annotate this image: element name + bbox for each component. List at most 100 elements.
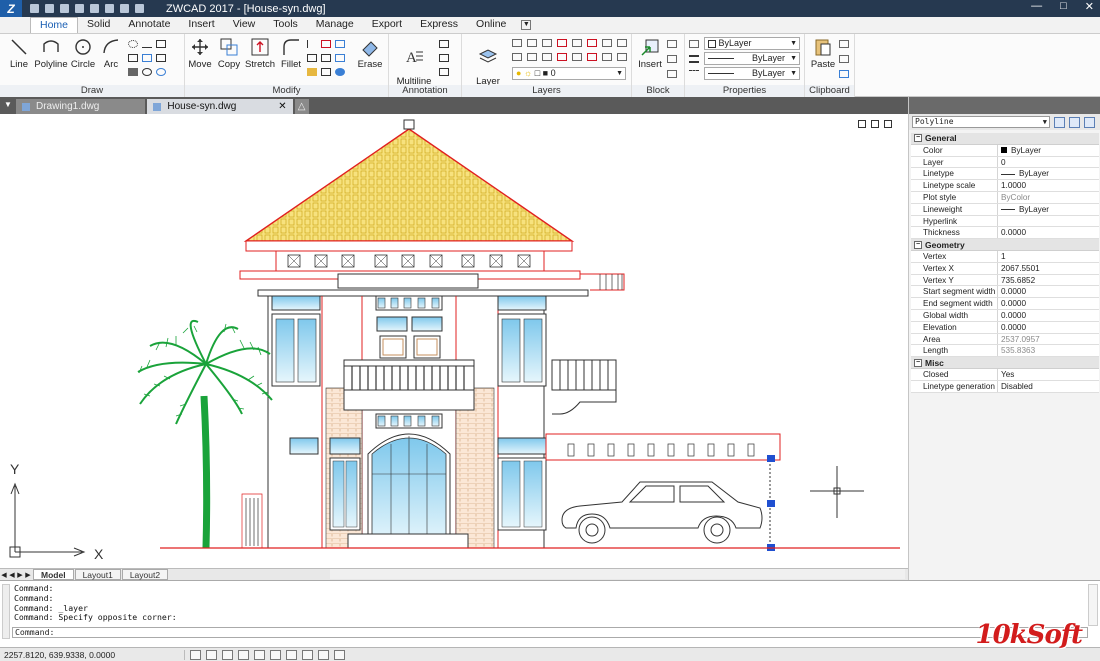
property-value[interactable]: ByLayer	[998, 168, 1099, 180]
copy-button[interactable]: Copy	[214, 37, 244, 70]
property-row[interactable]: Start segment width 0.0000	[911, 286, 1099, 299]
matchprop-icon[interactable]	[839, 70, 849, 78]
object-type-select[interactable]: Polyline ▼	[912, 116, 1050, 128]
toggle-pickadd-icon[interactable]	[1054, 116, 1065, 128]
app-logo-icon[interactable]: Z	[0, 0, 22, 17]
vp-restore-icon[interactable]	[871, 120, 879, 128]
property-row[interactable]: Linetype scale 1.0000	[911, 180, 1099, 192]
dimension-icon[interactable]	[439, 40, 449, 48]
lineweight-combo[interactable]: ByLayer ▼	[704, 67, 800, 80]
tab-annotate[interactable]: Annotate	[119, 17, 179, 33]
layer-combo[interactable]: ● ☼ □ ■ 0 ▼	[512, 67, 626, 80]
donut-icon[interactable]	[142, 68, 152, 76]
line-button[interactable]: Line	[4, 37, 34, 70]
copyclip-icon[interactable]	[839, 55, 849, 63]
tab-layout1[interactable]: Layout1	[74, 569, 121, 580]
horizontal-scrollbar[interactable]	[330, 569, 905, 579]
redo-icon[interactable]	[120, 4, 129, 13]
property-value[interactable]: 0.0000	[998, 286, 1099, 298]
collapse-icon[interactable]: −	[914, 240, 922, 249]
tab-insert[interactable]: Insert	[179, 17, 223, 33]
help-icon[interactable]	[135, 4, 144, 13]
property-row[interactable]: Length 535.8363	[911, 345, 1099, 358]
spline-icon[interactable]	[142, 40, 152, 48]
tab-home[interactable]: Home	[30, 17, 79, 33]
tab-layout2[interactable]: Layout2	[121, 569, 169, 580]
quick-select-icon[interactable]	[1084, 116, 1095, 128]
file-tabs-menu-icon[interactable]: ▼	[3, 100, 13, 114]
property-row[interactable]: Elevation 0.0000	[911, 321, 1099, 334]
ribbon-toggle-icon[interactable]: ▼	[521, 20, 532, 30]
join-icon[interactable]	[335, 68, 345, 76]
property-row[interactable]: Vertex 1	[911, 250, 1099, 263]
tab-tools[interactable]: Tools	[264, 17, 307, 33]
close-icon[interactable]: ✕	[1085, 0, 1094, 13]
property-value[interactable]: ByLayer	[998, 144, 1099, 156]
linetype-combo[interactable]: ByLayer ▼	[704, 52, 800, 65]
property-row[interactable]: Layer 0	[911, 156, 1099, 169]
boundary-icon[interactable]	[156, 54, 166, 62]
polar-icon[interactable]	[238, 649, 249, 660]
circle-button[interactable]: Circle	[68, 37, 98, 70]
command-input[interactable]: Command:	[12, 627, 1088, 638]
select-objects-icon[interactable]	[1069, 116, 1080, 128]
offset-icon[interactable]	[335, 54, 345, 62]
linetype-icon[interactable]	[689, 70, 699, 78]
doc-tab-drawing1[interactable]: Drawing1.dwg	[16, 99, 146, 114]
property-value[interactable]: 0.0000	[998, 309, 1099, 321]
grid-icon[interactable]	[206, 649, 217, 660]
rectangle-icon[interactable]	[156, 40, 166, 48]
minimize-icon[interactable]: —	[1031, 0, 1042, 13]
property-row[interactable]: Plot style ByColor	[911, 191, 1099, 204]
property-row[interactable]: Vertex X 2067.5501	[911, 262, 1099, 275]
snap-icon[interactable]	[190, 649, 201, 660]
property-row[interactable]: Lineweight ByLayer	[911, 203, 1099, 216]
new-icon[interactable]	[30, 4, 39, 13]
scale-icon[interactable]	[307, 54, 317, 62]
stretch-button[interactable]: Stretch	[244, 37, 276, 70]
vp-close-icon[interactable]	[884, 120, 892, 128]
arc-button[interactable]: Arc	[96, 37, 126, 70]
fillet-button[interactable]: Fillet	[276, 37, 306, 70]
array-icon[interactable]	[321, 54, 331, 62]
new-tab-button[interactable]: △	[294, 99, 309, 114]
selection-cycling-icon[interactable]	[318, 649, 329, 660]
dyn-icon[interactable]	[302, 649, 313, 660]
maximize-icon[interactable]: □	[1060, 0, 1067, 13]
property-value[interactable]: Yes	[998, 368, 1099, 380]
save-icon[interactable]	[60, 4, 69, 13]
undo-icon[interactable]	[105, 4, 114, 13]
polyline-button[interactable]: Polyline	[34, 37, 68, 70]
create-block-icon[interactable]	[667, 40, 677, 48]
mirror-icon[interactable]	[321, 40, 331, 48]
annotation-scale-icon[interactable]	[334, 649, 345, 660]
property-row[interactable]: Linetype ByLayer	[911, 168, 1099, 181]
property-value[interactable]: 0	[998, 156, 1099, 168]
erase-button[interactable]: Erase	[355, 37, 385, 70]
explode-icon[interactable]	[307, 68, 317, 76]
tab-solid[interactable]: Solid	[78, 17, 119, 33]
otrack-icon[interactable]	[270, 649, 281, 660]
command-scrollbar[interactable]	[1088, 584, 1098, 626]
move-button[interactable]: Move	[185, 37, 215, 70]
lineweight-icon[interactable]	[689, 55, 699, 63]
tab-export[interactable]: Export	[363, 17, 411, 33]
tab-online[interactable]: Online	[467, 17, 515, 33]
open-icon[interactable]	[45, 4, 54, 13]
gradient-icon[interactable]	[128, 68, 138, 76]
hatch-icon[interactable]	[128, 54, 138, 62]
prev-layout-icon[interactable]: ◀	[8, 571, 16, 579]
property-value[interactable]: 1	[998, 250, 1099, 262]
first-layout-icon[interactable]: ◀	[0, 571, 8, 579]
close-tab-icon[interactable]: ✕	[278, 101, 286, 112]
tab-manage[interactable]: Manage	[307, 17, 363, 33]
doc-tab-house-syn[interactable]: House-syn.dwg ✕	[147, 99, 293, 114]
command-window-handle[interactable]	[2, 584, 10, 639]
edit-block-icon[interactable]	[667, 55, 677, 63]
lineweight-toggle-icon[interactable]	[286, 649, 297, 660]
property-value[interactable]: 2067.5501	[998, 262, 1099, 274]
property-row[interactable]: Vertex Y 735.6852	[911, 274, 1099, 287]
saveas-icon[interactable]	[75, 4, 84, 13]
break-icon[interactable]	[321, 68, 331, 76]
property-row[interactable]: Linetype generation Disabled	[911, 380, 1099, 393]
